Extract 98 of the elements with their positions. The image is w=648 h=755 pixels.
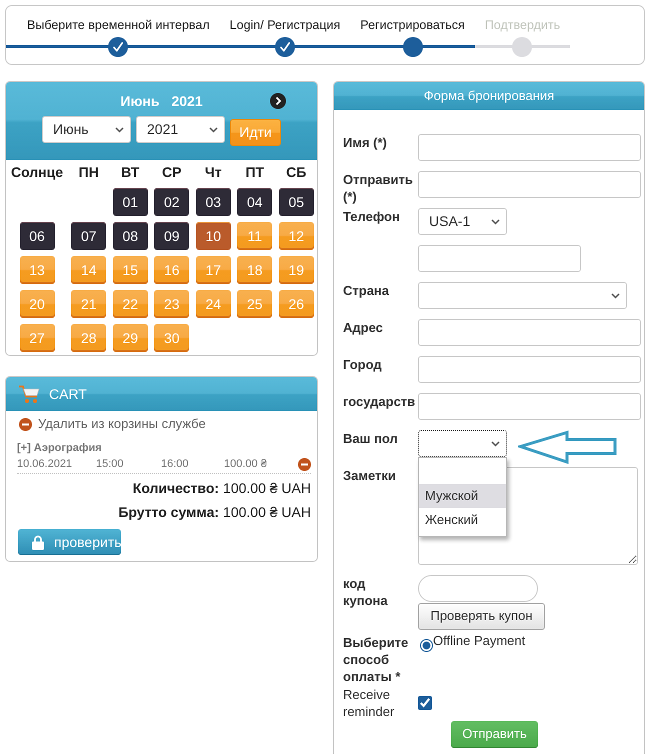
- year-select[interactable]: 2021: [136, 116, 225, 143]
- day-button: 01: [112, 188, 148, 216]
- day-button[interactable]: 26: [278, 290, 314, 318]
- weekday-label: ПТ: [245, 164, 264, 180]
- day-button: 05: [278, 188, 314, 216]
- cart-icon: [18, 384, 40, 404]
- day-button[interactable]: 11: [237, 222, 272, 250]
- field-label: Receive reminder: [343, 686, 396, 720]
- weekday-label: ПН: [78, 164, 99, 180]
- text-input[interactable]: [418, 134, 641, 161]
- text-input[interactable]: [418, 171, 641, 198]
- day-button[interactable]: 14: [71, 256, 106, 284]
- day-button: 09: [154, 222, 190, 250]
- caret-icon: [209, 126, 218, 132]
- dropdown-option[interactable]: Женский: [419, 508, 506, 532]
- submit-button[interactable]: Отправить: [451, 721, 538, 748]
- day-button[interactable]: 16: [154, 256, 190, 284]
- caret-icon: [491, 218, 500, 224]
- day-button[interactable]: 20: [20, 290, 54, 318]
- price-text: 100.00 ₴: [224, 457, 268, 472]
- checkbox[interactable]: [418, 696, 432, 710]
- field-label: Заметки: [343, 467, 397, 484]
- remove-icon[interactable]: [19, 418, 32, 430]
- total-label: Количество:: [132, 479, 220, 498]
- day-button[interactable]: 25: [237, 290, 272, 318]
- text-input[interactable]: [418, 393, 641, 420]
- field-label: государств: [343, 393, 416, 410]
- remove-icon[interactable]: [298, 458, 311, 471]
- year-title: 2021: [171, 92, 203, 110]
- form-header: Форма бронирования: [334, 82, 644, 110]
- month-title: Июнь: [120, 92, 160, 110]
- weekday-label: ВТ: [121, 164, 140, 180]
- step-label: Регистрироваться: [360, 17, 465, 33]
- coupon-input[interactable]: [418, 575, 538, 602]
- day-button: 04: [237, 188, 272, 216]
- end-time: 16:00: [161, 457, 190, 472]
- checkout-button[interactable]: проверить: [18, 529, 121, 555]
- day-button[interactable]: 24: [196, 290, 231, 318]
- text-input[interactable]: [418, 319, 641, 346]
- step-label: Выберите временной интервал: [27, 17, 210, 33]
- day-button[interactable]: 30: [154, 324, 190, 352]
- radio-label[interactable]: Offline Payment: [433, 634, 526, 648]
- remove-all-link[interactable]: Удалить из корзины службе: [38, 416, 206, 432]
- gender-select[interactable]: [418, 430, 507, 457]
- country-code-select[interactable]: USA-1: [418, 208, 507, 235]
- weekday-label: Чт: [204, 164, 222, 180]
- check-coupon-button[interactable]: Проверять купон: [418, 603, 545, 630]
- day-button[interactable]: 23: [154, 290, 190, 318]
- field-label: Адрес: [343, 319, 384, 336]
- day-button[interactable]: 10: [196, 222, 231, 250]
- next-icon[interactable]: [270, 93, 286, 109]
- month-select[interactable]: Июнь: [42, 116, 131, 143]
- day-button[interactable]: 21: [71, 290, 106, 318]
- weekday-label: Солнце: [10, 164, 64, 180]
- day-button[interactable]: 22: [112, 290, 148, 318]
- service-title[interactable]: [+] Аэрография: [12, 440, 311, 456]
- text-input[interactable]: [418, 356, 641, 383]
- day-button[interactable]: 18: [237, 256, 272, 284]
- cart-title: CART: [49, 384, 87, 404]
- field-label: Телефон: [343, 208, 401, 225]
- date-text: 10.06.2021: [17, 457, 74, 472]
- caret-icon: [115, 126, 124, 132]
- day-button: 02: [154, 188, 190, 216]
- total-value: 100.00 ₴ UAH: [223, 479, 311, 498]
- field-label: Страна: [343, 282, 390, 299]
- total-value: 100.00 ₴ UAH: [223, 503, 311, 522]
- day-button[interactable]: 29: [112, 324, 148, 352]
- field-label: код купона: [343, 575, 389, 609]
- field-label: Город: [343, 356, 383, 373]
- lock-icon: [32, 534, 44, 550]
- field-label: Отправить (*): [343, 171, 414, 205]
- start-time: 15:00: [96, 457, 125, 472]
- step-label: Подтвердить: [484, 17, 560, 33]
- go-button[interactable]: Идти: [230, 119, 281, 146]
- day-button[interactable]: 28: [71, 324, 106, 352]
- day-button: 06: [20, 222, 54, 250]
- day-button: 08: [112, 222, 148, 250]
- country-select[interactable]: [418, 282, 627, 309]
- caret-icon: [611, 292, 620, 298]
- total-label: Брутто сумма:: [118, 503, 220, 522]
- day-button: 07: [71, 222, 106, 250]
- step-label: Login/ Регистрация: [230, 17, 340, 33]
- day-button: 03: [196, 188, 231, 216]
- field-label: Ваш пол: [343, 430, 399, 447]
- day-button[interactable]: 15: [112, 256, 148, 284]
- radio-button[interactable]: [420, 639, 433, 652]
- phone-input[interactable]: [418, 245, 581, 272]
- dropdown-option[interactable]: Мужской: [419, 484, 506, 508]
- day-button[interactable]: 12: [278, 222, 314, 250]
- day-button[interactable]: 27: [20, 324, 54, 352]
- day-button[interactable]: 17: [196, 256, 231, 284]
- weekday-label: СБ: [286, 164, 306, 180]
- field-label: Имя (*): [343, 134, 388, 151]
- caret-icon: [491, 440, 500, 446]
- day-button[interactable]: 13: [20, 256, 54, 284]
- day-button[interactable]: 19: [278, 256, 314, 284]
- field-label: Выберите способ оплаты *: [343, 634, 410, 685]
- weekday-label: СР: [162, 164, 182, 180]
